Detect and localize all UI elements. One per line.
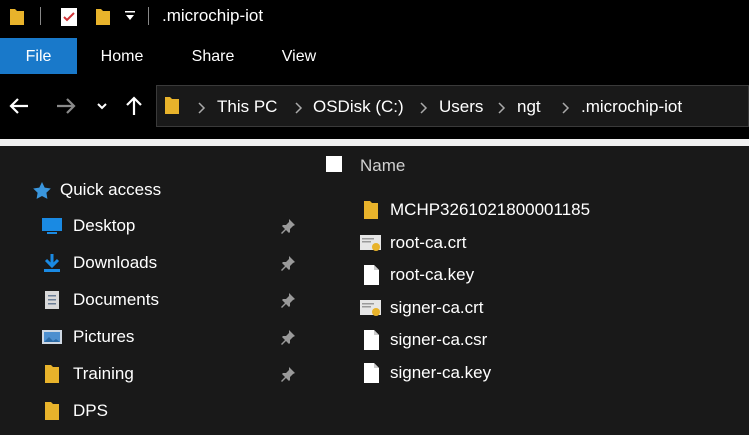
tab-view[interactable]: View [266,38,332,74]
column-name-header[interactable]: Name [360,156,405,176]
list-item[interactable]: signer-ca.crt [304,293,749,323]
nav-label: Pictures [73,327,135,346]
folder-icon [164,96,180,121]
column-header: Name [304,146,749,186]
nav-label: Training [73,364,134,383]
file-list: Name MCHP3261021800001185 root-ca.crt ro… [304,146,749,435]
download-icon [44,254,60,272]
separator [148,7,149,25]
chevron-right-icon [295,102,303,114]
pin-icon[interactable] [280,329,296,345]
navigation-bar: This PC OSDisk (C:) Users ngt .microchip… [0,74,749,139]
back-arrow-icon [9,98,28,114]
breadcrumb-this-pc[interactable]: This PC [217,97,277,117]
tab-share[interactable]: Share [176,38,250,74]
pin-icon[interactable] [280,218,296,234]
tab-home[interactable]: Home [86,38,158,74]
list-item[interactable]: root-ca.key [304,260,749,290]
properties-icon[interactable] [60,7,78,32]
desktop-icon [42,218,62,234]
up-button[interactable] [122,92,146,120]
sidebar-item-downloads[interactable]: Downloads [0,248,304,278]
tab-file[interactable]: File [0,38,77,74]
breadcrumb-current[interactable]: .microchip-iot [581,97,682,117]
pin-icon[interactable] [280,255,296,271]
chevron-down-icon [97,103,107,110]
separator [40,7,41,25]
certificate-icon [360,300,381,316]
folder-icon [364,201,378,219]
recent-locations-button[interactable] [94,92,110,120]
file-icon [364,363,379,383]
breadcrumb-ngt[interactable]: ngt [517,97,541,117]
nav-quick-access[interactable]: Quick access [0,175,304,205]
list-item[interactable]: MCHP3261021800001185 [304,195,749,225]
sidebar-item-training[interactable]: Training [0,359,304,389]
file-icon [364,265,379,285]
chevron-right-icon [420,102,428,114]
customize-toolbar-icon[interactable] [124,9,136,28]
list-item[interactable]: root-ca.crt [304,228,749,258]
sidebar-item-desktop[interactable]: Desktop [0,211,304,241]
file-icon [364,330,379,350]
up-arrow-icon [126,96,142,115]
folder-icon[interactable] [9,7,25,32]
navigation-pane: Quick access Desktop Downloads Documents… [0,146,304,435]
file-name: signer-ca.csr [390,330,488,349]
file-name: root-ca.key [390,265,475,284]
divider [0,139,749,146]
chevron-right-icon [198,102,206,114]
ribbon: File Home Share View [0,38,749,74]
new-folder-icon[interactable] [95,7,111,32]
back-button[interactable] [6,92,32,120]
folder-icon [45,402,59,420]
nav-label: Desktop [73,216,136,235]
file-name: signer-ca.key [390,363,492,382]
star-icon [33,182,51,199]
list-item[interactable]: signer-ca.csr [304,325,749,355]
file-name: root-ca.crt [390,233,467,252]
title-bar: .microchip-iot [0,0,749,38]
certificate-icon [360,235,381,251]
pictures-icon [42,330,62,344]
nav-label: DPS [73,401,108,420]
breadcrumb-users[interactable]: Users [439,97,483,117]
file-name: signer-ca.crt [390,298,484,317]
pin-icon[interactable] [280,292,296,308]
nav-label: Documents [73,290,159,309]
documents-icon [45,291,59,309]
sidebar-item-pictures[interactable]: Pictures [0,322,304,352]
list-item[interactable]: signer-ca.key [304,358,749,388]
forward-button[interactable] [53,92,79,120]
pin-icon[interactable] [280,366,296,382]
file-name: MCHP3261021800001185 [390,200,591,219]
breadcrumb-osdisk[interactable]: OSDisk (C:) [313,97,404,117]
sidebar-item-documents[interactable]: Documents [0,285,304,315]
window-title: .microchip-iot [162,6,264,25]
address-bar[interactable]: This PC OSDisk (C:) Users ngt .microchip… [156,85,749,127]
sidebar-item-dps[interactable]: DPS [0,396,304,426]
folder-icon [45,365,59,383]
chevron-right-icon [562,102,570,114]
forward-arrow-icon [57,98,76,114]
nav-label: Quick access [60,180,162,199]
nav-label: Downloads [73,253,158,272]
chevron-right-icon [498,102,506,114]
select-all-checkbox[interactable] [326,156,342,172]
